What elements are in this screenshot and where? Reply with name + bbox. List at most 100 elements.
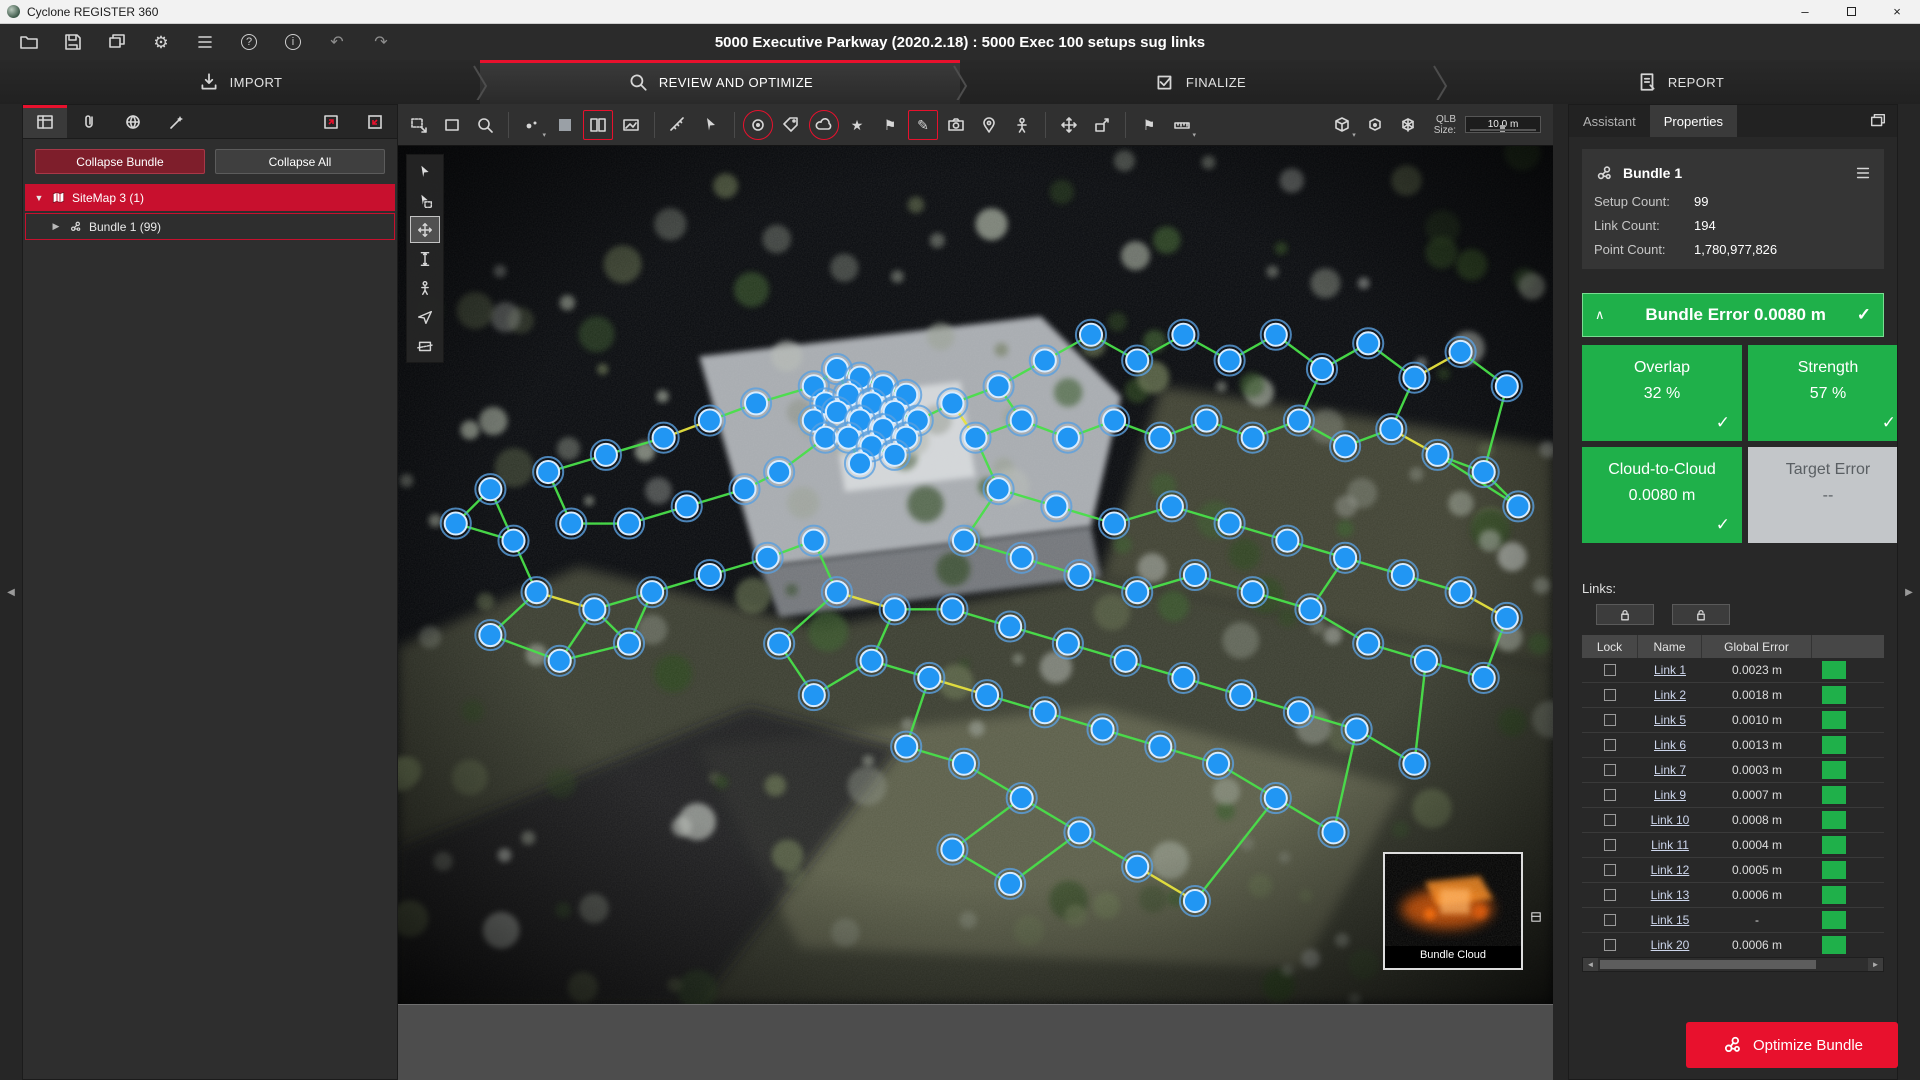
setup-node[interactable] xyxy=(526,581,548,603)
table-row[interactable]: Link 110.0004 m xyxy=(1582,833,1884,858)
setup-node[interactable] xyxy=(1507,495,1529,517)
setup-node[interactable] xyxy=(1207,753,1229,775)
lock-checkbox[interactable] xyxy=(1604,814,1616,826)
measure-button[interactable] xyxy=(663,110,693,140)
table-row[interactable]: Link 10.0023 m xyxy=(1582,658,1884,683)
table-row[interactable]: Link 70.0003 m xyxy=(1582,758,1884,783)
setup-node[interactable] xyxy=(1346,718,1368,740)
setup-node[interactable] xyxy=(583,598,605,620)
setup-node[interactable] xyxy=(1265,324,1287,346)
setup-node[interactable] xyxy=(1161,495,1183,517)
expand-arrow-icon[interactable]: ▼ xyxy=(33,193,45,203)
point-cloud-scene[interactable] xyxy=(398,146,1553,1004)
link-name[interactable]: Link 10 xyxy=(1651,813,1690,827)
qlb-size-slider[interactable]: 10.0 m xyxy=(1465,116,1541,133)
link-name[interactable]: Link 2 xyxy=(1654,688,1686,702)
setup-node[interactable] xyxy=(1230,684,1252,706)
redo-button[interactable]: ↷ xyxy=(366,27,396,57)
target-tool-button[interactable] xyxy=(743,110,773,140)
setup-node[interactable] xyxy=(861,650,883,672)
setup-node[interactable] xyxy=(1149,736,1171,758)
setup-node[interactable] xyxy=(1034,701,1056,723)
setup-node[interactable] xyxy=(1242,581,1264,603)
setup-node[interactable] xyxy=(618,512,640,534)
zoom-fit-button[interactable] xyxy=(470,110,500,140)
setup-node[interactable] xyxy=(1184,890,1206,912)
bundle-cloud-thumbnail[interactable]: Bundle Cloud xyxy=(1383,852,1523,970)
tab-finalize[interactable]: FINALIZE xyxy=(960,60,1440,104)
minimize-button[interactable]: – xyxy=(1782,0,1828,23)
setup-node[interactable] xyxy=(768,461,790,483)
setup-node[interactable] xyxy=(1357,633,1379,655)
table-row[interactable]: Link 20.0018 m xyxy=(1582,683,1884,708)
link-name[interactable]: Link 6 xyxy=(1654,738,1686,752)
capture-view-button[interactable] xyxy=(404,110,434,140)
setup-node[interactable] xyxy=(1323,821,1345,843)
event-log-button[interactable] xyxy=(190,27,220,57)
optimize-bundle-button[interactable]: Optimize Bundle xyxy=(1686,1022,1898,1068)
setup-node[interactable] xyxy=(445,512,467,534)
setup-node[interactable] xyxy=(1288,701,1310,723)
setup-node[interactable] xyxy=(1403,753,1425,775)
lock-checkbox[interactable] xyxy=(1604,789,1616,801)
setup-node[interactable] xyxy=(1311,358,1333,380)
scrollbar-track[interactable] xyxy=(1598,958,1868,971)
move-setup-button[interactable] xyxy=(1054,110,1084,140)
setup-node[interactable] xyxy=(1473,667,1495,689)
setup-node[interactable] xyxy=(1068,564,1090,586)
undock-panel-button[interactable] xyxy=(1859,105,1897,137)
setup-node[interactable] xyxy=(1080,324,1102,346)
lock-checkbox[interactable] xyxy=(1604,914,1616,926)
setup-node[interactable] xyxy=(895,736,917,758)
scrollbar-thumb[interactable] xyxy=(1600,960,1816,969)
setup-node[interactable] xyxy=(733,478,755,500)
setup-node[interactable] xyxy=(1426,444,1448,466)
setup-node[interactable] xyxy=(1045,495,1067,517)
info-button[interactable]: i xyxy=(278,27,308,57)
setup-node[interactable] xyxy=(560,512,582,534)
collapse-left-panel-arrow[interactable]: ◀ xyxy=(0,104,22,1080)
table-row[interactable]: Link 50.0010 m xyxy=(1582,708,1884,733)
setup-node[interactable] xyxy=(1057,427,1079,449)
setup-node[interactable] xyxy=(1184,564,1206,586)
pick-point-button[interactable] xyxy=(696,110,726,140)
table-row[interactable]: Link 60.0013 m xyxy=(1582,733,1884,758)
lock-checkbox[interactable] xyxy=(1604,739,1616,751)
setup-node[interactable] xyxy=(1011,410,1033,432)
cloud-to-cloud-tile[interactable]: Cloud-to-Cloud 0.0080 m ✓ xyxy=(1582,447,1742,543)
setup-node[interactable] xyxy=(1265,787,1287,809)
setup-node[interactable] xyxy=(479,478,501,500)
setup-node[interactable] xyxy=(1103,410,1125,432)
background-color-button[interactable] xyxy=(550,110,580,140)
scroll-right-arrow[interactable]: ► xyxy=(1868,958,1883,971)
setup-node[interactable] xyxy=(1450,341,1472,363)
tab-geo-map[interactable] xyxy=(111,105,155,138)
tab-report[interactable]: REPORT xyxy=(1440,60,1920,104)
table-row[interactable]: Link 120.0005 m xyxy=(1582,858,1884,883)
collapse-bundle-button[interactable]: Collapse Bundle xyxy=(35,149,205,174)
tab-attachments[interactable] xyxy=(67,105,111,138)
setup-node[interactable] xyxy=(953,530,975,552)
point-size-button[interactable]: ▾ xyxy=(517,110,547,140)
setup-node[interactable] xyxy=(1034,349,1056,371)
setup-node[interactable] xyxy=(745,392,767,414)
setup-node[interactable] xyxy=(884,598,906,620)
collapse-all-button[interactable]: Collapse All xyxy=(215,149,385,174)
setup-node[interactable] xyxy=(1068,821,1090,843)
link-name[interactable]: Link 13 xyxy=(1651,888,1690,902)
setup-node[interactable] xyxy=(1380,418,1402,440)
setup-node[interactable] xyxy=(1172,667,1194,689)
link-name[interactable]: Link 7 xyxy=(1654,763,1686,777)
undo-button[interactable]: ↶ xyxy=(322,27,352,57)
tab-auto-tools[interactable] xyxy=(155,105,199,138)
favorite-tool-button[interactable]: ★ xyxy=(842,110,872,140)
setup-node[interactable] xyxy=(1126,581,1148,603)
setup-node[interactable] xyxy=(537,461,559,483)
setup-node[interactable] xyxy=(826,581,848,603)
setup-node[interactable] xyxy=(653,427,675,449)
setup-node[interactable] xyxy=(1392,564,1414,586)
setup-node[interactable] xyxy=(1334,435,1356,457)
cloud-tool-button[interactable] xyxy=(809,110,839,140)
setup-node[interactable] xyxy=(1149,427,1171,449)
setup-node[interactable] xyxy=(1299,598,1321,620)
